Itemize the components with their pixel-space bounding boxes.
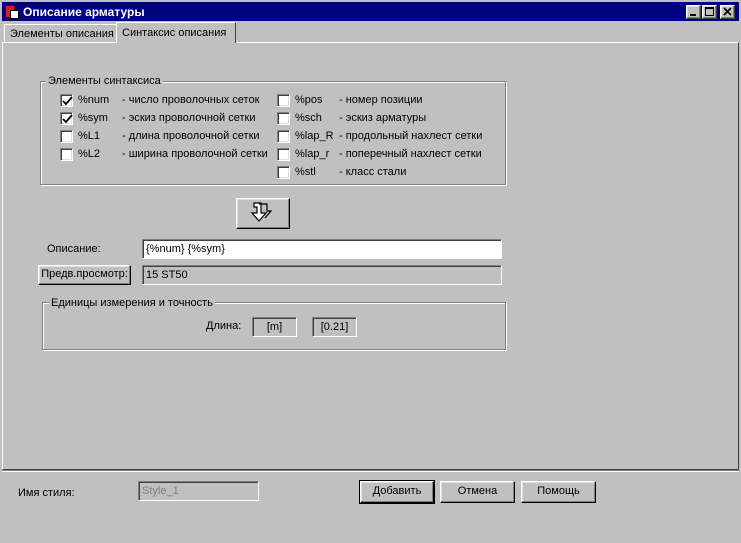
syntax-code-num: %num <box>78 94 110 106</box>
footer-separator <box>2 470 739 472</box>
checkbox-num[interactable] <box>60 94 73 107</box>
syntax-code-sym: %sym <box>78 112 108 124</box>
check-icon <box>62 96 73 106</box>
checkbox-l1[interactable] <box>60 130 73 143</box>
title-bar[interactable]: Описание арматуры <box>2 2 739 21</box>
insert-syntax-button[interactable] <box>236 198 290 229</box>
preview-field: 15 ST50 <box>142 265 502 285</box>
syntax-code-lap-r-cross: %lap_r <box>295 148 330 160</box>
syntax-desc-sym: - эскиз проволочной сетки <box>122 112 256 124</box>
checkbox-sch[interactable] <box>277 112 290 125</box>
close-button[interactable] <box>720 5 735 19</box>
minimize-button[interactable] <box>686 5 701 19</box>
cancel-button[interactable]: Отмена <box>440 481 515 503</box>
checkbox-lap-r-long[interactable] <box>277 130 290 143</box>
window-title: Описание арматуры <box>23 4 145 19</box>
units-group-title: Единицы измерения и точность <box>49 297 215 309</box>
syntax-code-l2: %L2 <box>78 148 101 160</box>
syntax-group-title: Элементы синтаксиса <box>46 75 163 87</box>
length-unit-field[interactable]: [m] <box>252 317 297 337</box>
tab-description-syntax[interactable]: Синтаксис описания <box>116 22 236 43</box>
tab-description-elements[interactable]: Элементы описания <box>4 24 117 42</box>
length-label: Длина: <box>206 320 242 332</box>
length-precision-field[interactable]: [0.21] <box>312 317 357 337</box>
minimize-icon <box>690 14 696 16</box>
syntax-desc-lap-r-cross: - поперечный нахлест сетки <box>339 148 482 160</box>
help-button[interactable]: Помощь <box>521 481 596 503</box>
checkbox-l2[interactable] <box>60 148 73 161</box>
maximize-icon <box>705 7 714 16</box>
syntax-code-l1: %L1 <box>78 130 101 142</box>
app-icon <box>5 4 19 19</box>
active-tab-joint <box>117 42 235 44</box>
style-name-input[interactable]: Style_1 <box>138 481 259 501</box>
style-name-label: Имя стиля: <box>18 487 75 499</box>
insert-arrow-icon <box>250 202 273 222</box>
syntax-desc-pos: - номер позиции <box>339 94 423 106</box>
syntax-code-sch: %sch <box>295 112 322 124</box>
syntax-desc-sch: - эскиз арматуры <box>339 112 427 124</box>
syntax-desc-lap-r-long: - продольный нахлест сетки <box>339 130 483 142</box>
tab-label: Элементы описания <box>10 28 114 40</box>
checkbox-sym[interactable] <box>60 112 73 125</box>
check-icon <box>62 114 73 124</box>
syntax-code-lap-r-long: %lap_R <box>295 130 334 142</box>
preview-button[interactable]: Предв.просмотр: <box>38 265 131 285</box>
syntax-code-pos: %pos <box>295 94 323 106</box>
checkbox-lap-r-cross[interactable] <box>277 148 290 161</box>
syntax-desc-l2: - ширина проволочной сетки <box>122 148 268 160</box>
syntax-code-stl: %stl <box>295 166 316 178</box>
syntax-desc-l1: - длина проволочной сетки <box>122 130 260 142</box>
add-button[interactable]: Добавить <box>359 480 435 504</box>
syntax-desc-stl: - класс стали <box>339 166 407 178</box>
checkbox-stl[interactable] <box>277 166 290 179</box>
tab-label: Синтаксис описания <box>122 27 227 39</box>
maximize-button[interactable] <box>702 5 717 19</box>
checkbox-pos[interactable] <box>277 94 290 107</box>
description-input[interactable]: {%num} {%sym} <box>142 239 502 259</box>
close-icon <box>723 7 732 16</box>
syntax-desc-num: - число проволочных сеток <box>122 94 260 106</box>
description-label: Описание: <box>47 243 101 255</box>
